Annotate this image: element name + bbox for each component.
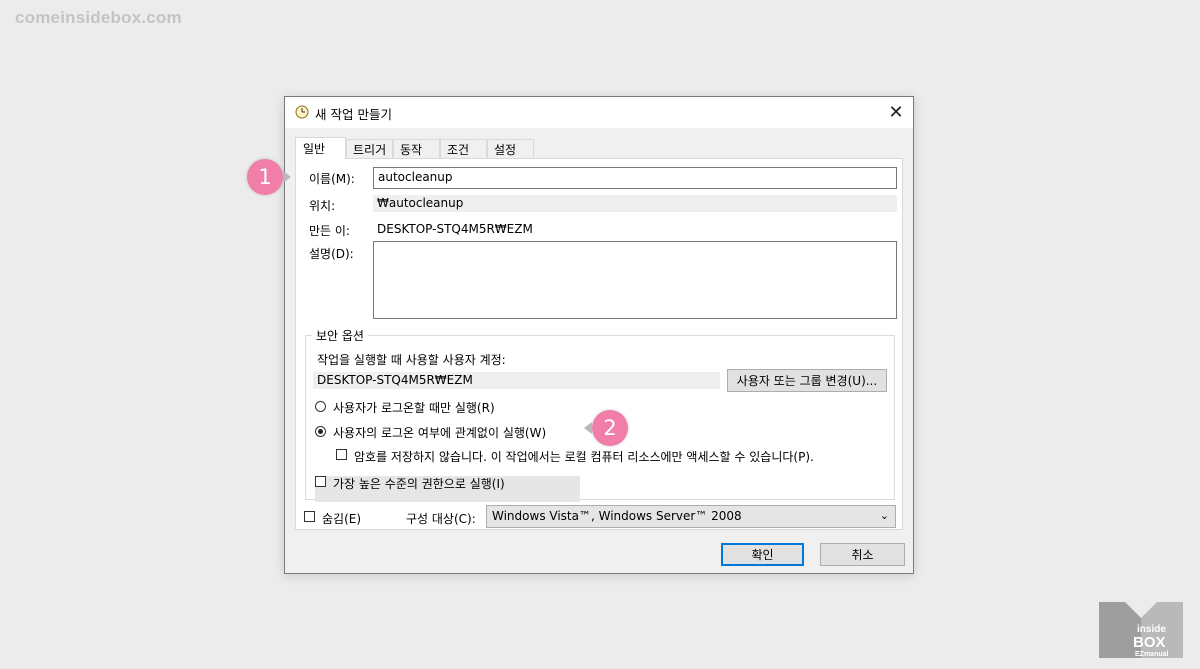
title-bar: 새 작업 만들기 ✕ xyxy=(285,97,913,128)
close-button[interactable]: ✕ xyxy=(879,97,913,128)
run-regardless-label: 사용자의 로그온 여부에 관계없이 실행(W) xyxy=(333,426,547,440)
account-prompt: 작업을 실행할 때 사용할 사용자 계정: xyxy=(317,353,506,367)
run-logged-on-label: 사용자가 로그온할 때만 실행(R) xyxy=(333,401,495,415)
clock-icon xyxy=(295,105,309,119)
create-task-dialog: 새 작업 만들기 ✕ 일반 트리거 동작 조건 설정 이름(M): autocl… xyxy=(284,96,914,574)
configure-value: Windows Vista™, Windows Server™ 2008 xyxy=(492,509,742,523)
general-panel: 이름(M): autocleanup 위치: ₩autocleanup 만든 이… xyxy=(295,158,903,530)
description-label: 설명(D): xyxy=(309,247,354,261)
name-input[interactable]: autocleanup xyxy=(373,167,897,189)
security-group-title: 보안 옵션 xyxy=(312,327,368,344)
tab-triggers[interactable]: 트리거 xyxy=(346,139,393,158)
badge-1-pointer xyxy=(283,171,291,183)
insidebox-logo: inside BOX EZmanual xyxy=(1099,602,1183,658)
badge-2-pointer xyxy=(584,422,592,434)
close-icon: ✕ xyxy=(888,102,904,123)
chevron-down-icon: ⌄ xyxy=(879,509,889,522)
tab-general[interactable]: 일반 xyxy=(295,137,346,159)
change-user-button[interactable]: 사용자 또는 그룹 변경(U)... xyxy=(727,369,887,392)
highest-privileges-label: 가장 높은 수준의 권한으로 실행(I) xyxy=(333,477,505,491)
cancel-button[interactable]: 취소 xyxy=(820,543,905,566)
account-value: DESKTOP-STQ4M5R₩EZM xyxy=(313,372,720,389)
run-regardless-radio[interactable] xyxy=(315,426,326,437)
configure-label: 구성 대상(C): xyxy=(406,512,476,526)
name-label: 이름(M): xyxy=(309,172,355,186)
site-watermark: comeinsidebox.com xyxy=(15,8,182,27)
location-value: ₩autocleanup xyxy=(373,195,897,212)
run-logged-on-radio[interactable] xyxy=(315,401,326,412)
annotation-badge-2: 2 xyxy=(592,410,628,446)
tab-settings[interactable]: 설정 xyxy=(487,139,534,158)
tab-conditions[interactable]: 조건 xyxy=(440,139,487,158)
location-label: 위치: xyxy=(309,199,336,213)
logo-line2: BOX xyxy=(1133,634,1166,651)
hidden-label: 숨김(E) xyxy=(322,512,362,526)
ok-button[interactable]: 확인 xyxy=(721,543,804,566)
tab-actions[interactable]: 동작 xyxy=(393,139,440,158)
annotation-badge-1: 1 xyxy=(247,159,283,195)
dont-store-password-label: 암호를 저장하지 않습니다. 이 작업에서는 로컬 컴퓨터 리소스에만 액세스할… xyxy=(354,450,814,464)
highest-privileges-checkbox[interactable] xyxy=(315,476,326,487)
dont-store-password-checkbox[interactable] xyxy=(336,449,347,460)
author-value: DESKTOP-STQ4M5R₩EZM xyxy=(377,222,533,236)
description-input[interactable] xyxy=(373,241,897,319)
configure-for-select[interactable]: Windows Vista™, Windows Server™ 2008 ⌄ xyxy=(486,505,896,528)
logo-line3: EZmanual xyxy=(1135,651,1169,658)
author-label: 만든 이: xyxy=(309,224,350,238)
hidden-checkbox[interactable] xyxy=(304,511,315,522)
dialog-title: 새 작업 만들기 xyxy=(315,107,392,122)
